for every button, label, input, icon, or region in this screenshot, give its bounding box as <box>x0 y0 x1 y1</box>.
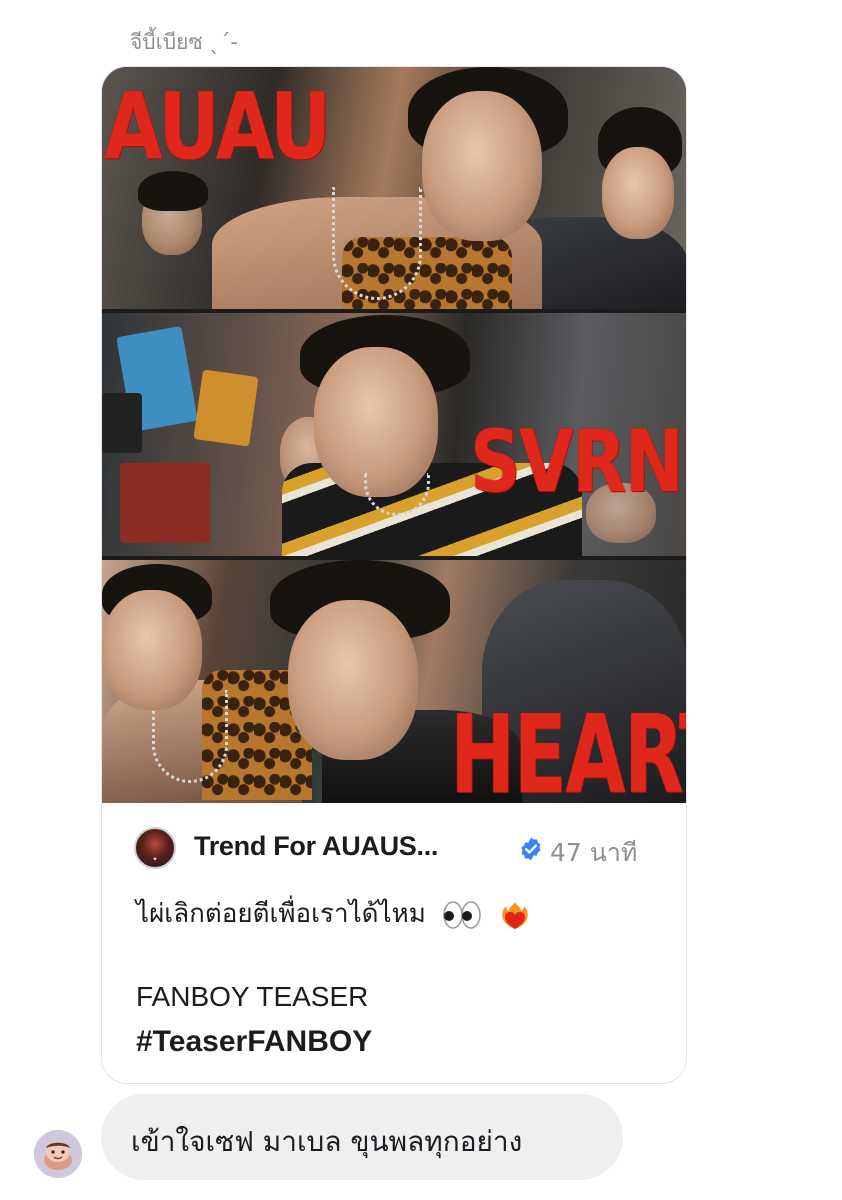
post-timestamp: 47 นาที <box>550 838 638 867</box>
verified-badge-icon <box>521 837 541 861</box>
collage-panel-svrn: SVRN <box>102 313 686 556</box>
collage-panel-auau: AUAU <box>102 67 686 309</box>
main-person-face <box>422 91 542 241</box>
reply-message-text: เข้าใจเซฟ มาเบล ขุนพลทุกอย่าง <box>131 1125 523 1158</box>
background-person-face <box>602 147 674 239</box>
post-caption-line-1: ไผ่เลิกต่อยตีเพื่อเราได้ไหม <box>136 893 532 934</box>
cartoon-character-avatar-icon <box>34 1130 82 1178</box>
left-person-face <box>102 590 202 710</box>
post-account-row[interactable]: ✦ Trend For AUAUS... 47 นาที <box>134 827 658 871</box>
reply-message-bubble[interactable]: เข้าใจเซฟ มาเบล ขุนพลทุกอย่าง <box>101 1094 623 1180</box>
main-person-face <box>288 600 418 760</box>
heart-on-fire-emoji-icon <box>502 901 529 929</box>
collage-panel-heart: HEART <box>102 560 686 804</box>
sender-name: จีบี้เบียซ ˎˊ- <box>130 30 238 54</box>
teaser-collage-image[interactable]: AUAU SVRN HEART <box>102 67 686 804</box>
caption-text: ไผ่เลิกต่อยตีเพื่อเราได้ไหม <box>136 899 426 929</box>
collage-title-svrn: SVRN <box>470 412 684 512</box>
eyes-emoji-icon <box>443 900 481 929</box>
account-name[interactable]: Trend For AUAUS... <box>194 831 438 862</box>
post-preview[interactable]: ✦ Trend For AUAUS... 47 นาที ไผ่เลิกต่อย… <box>102 803 686 1083</box>
account-avatar[interactable]: ✦ <box>134 827 176 869</box>
collage-title-heart: HEART <box>450 693 686 804</box>
account-avatar-logo: ✦ <box>152 856 158 863</box>
post-hashtag[interactable]: #TeaserFANBOY <box>136 1025 372 1059</box>
record-shelf <box>102 393 142 453</box>
record-sleeve <box>193 369 259 447</box>
shared-post-card[interactable]: AUAU SVRN HEART <box>101 66 687 1084</box>
silver-chain-necklace <box>332 187 422 300</box>
record-sleeve <box>120 463 210 543</box>
collage-title-auau: AUAU <box>104 73 331 180</box>
post-caption-line-2: FANBOY TEASER <box>136 981 369 1012</box>
reply-sender-avatar[interactable] <box>34 1130 82 1178</box>
